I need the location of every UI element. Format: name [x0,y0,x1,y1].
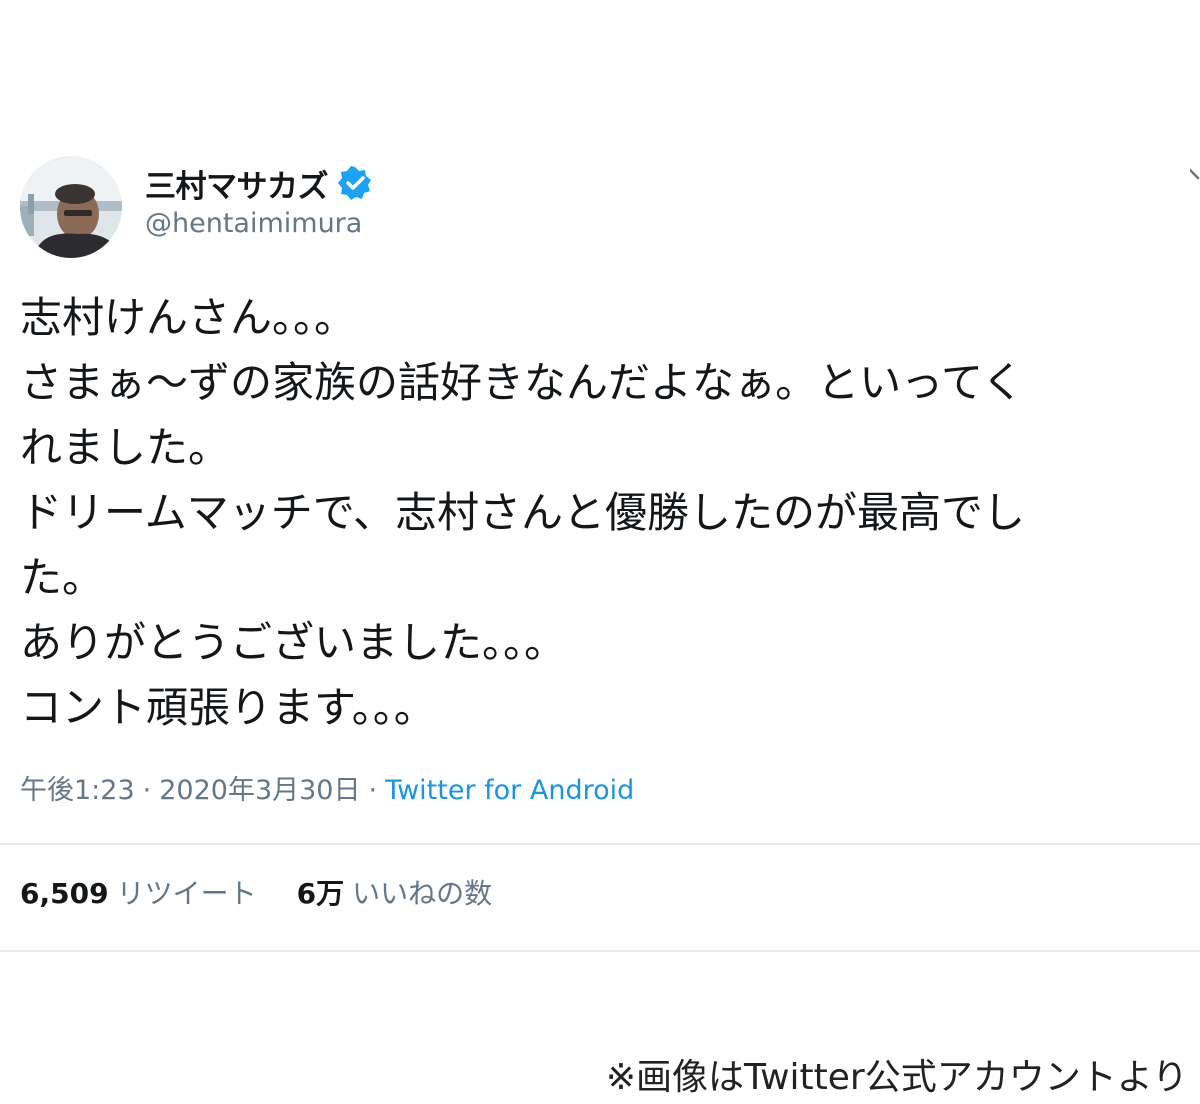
tweet-line: ありがとうございました。。。 [20,618,567,667]
meta-separator: · [368,775,378,806]
divider [0,843,1200,845]
avatar[interactable] [20,156,122,258]
verified-badge-icon [338,166,371,200]
user-avatar-photo [20,156,122,258]
likes-label: いいねの数 [352,877,493,910]
tweet-time[interactable]: 午後1:23 [20,775,135,806]
retweets-count: 6,509 [20,877,109,910]
user-name-row[interactable]: 三村マサカズ [145,161,372,206]
tweet-stats: 6,509 リツイート 6万 いいねの数 [20,872,492,912]
likes-count: 6万 [296,877,345,910]
tweet-date[interactable]: 2020年3月30日 [159,775,360,806]
tweet-line: さまぁ〜ずの家族の話好きなんだよなぁ。といってく [20,358,1024,407]
image-credit: ※画像はTwitter公式アカウントより [605,1057,1188,1098]
likes-stat[interactable]: 6万 いいねの数 [297,872,493,912]
tweet-line: コント頑張ります。。。 [20,683,436,732]
retweets-label: リツイート [116,877,257,910]
tweet-text: 志村けんさん。。。 さまぁ〜ずの家族の話好きなんだよなぁ。といってく れました。… [20,285,1195,740]
tweet-line: 志村けんさん。。。 [20,293,357,342]
user-handle[interactable]: @hentaimimura [145,208,362,239]
divider [0,950,1200,952]
tweet-source-link[interactable]: Twitter for Android [385,775,634,806]
tweet-line: れました。 [20,423,231,472]
tweet-meta: 午後1:23 · 2020年3月30日 · Twitter for Android [20,768,634,807]
tweet-line: ドリームマッチで、志村さんと優勝したのが最高でし [20,488,1026,537]
chevron-down-icon[interactable] [1190,168,1200,184]
retweets-stat[interactable]: 6,509 リツイート [20,872,257,912]
meta-separator: · [142,775,152,806]
tweet-line: た。 [20,553,105,602]
display-name[interactable]: 三村マサカズ [145,161,329,206]
